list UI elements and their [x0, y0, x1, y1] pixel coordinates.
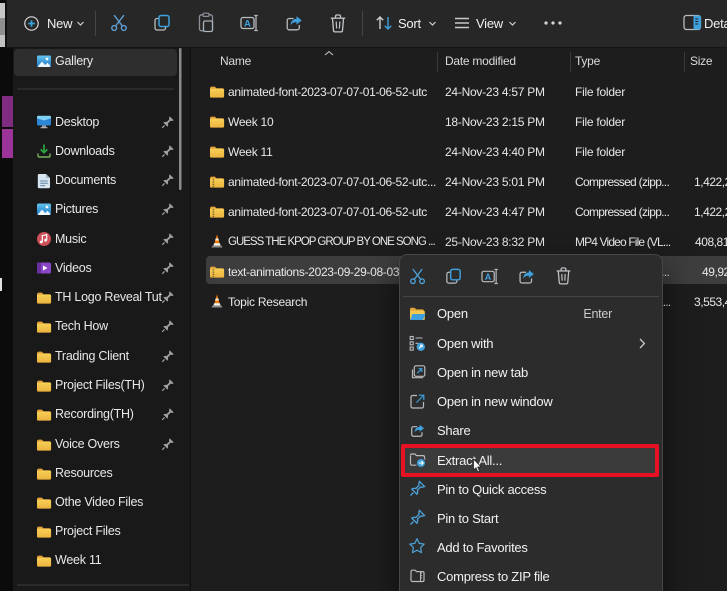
svg-text:A: A: [485, 272, 492, 282]
